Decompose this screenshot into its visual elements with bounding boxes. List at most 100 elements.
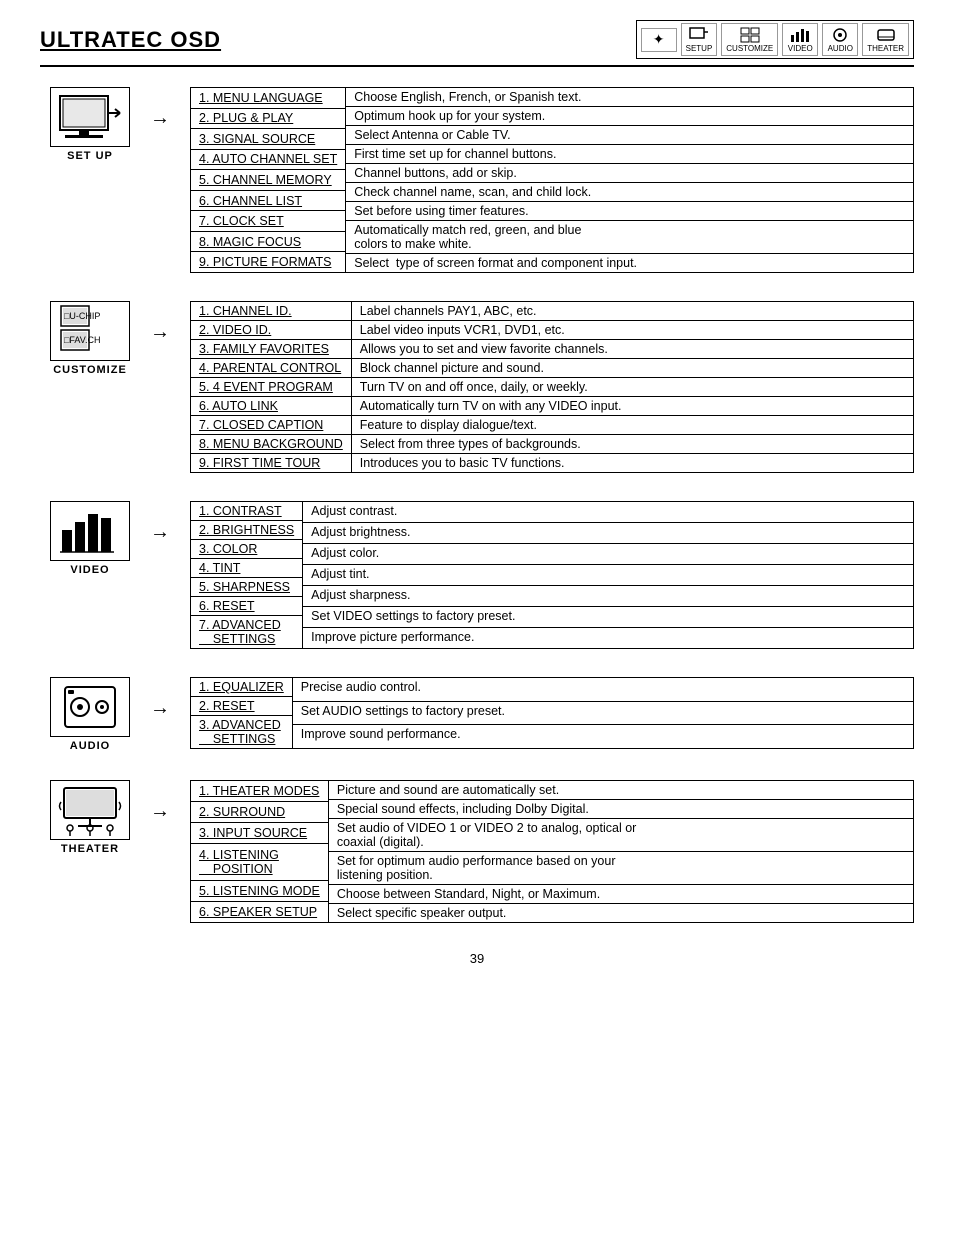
theater-icon-small bbox=[875, 26, 897, 44]
table-row: Set AUDIO settings to factory preset. bbox=[293, 701, 914, 725]
table-row: 4. PARENTAL CONTROL bbox=[191, 359, 352, 378]
table-row: Set for optimum audio performance based … bbox=[329, 852, 914, 885]
table-row: Select type of screen format and compone… bbox=[346, 254, 913, 273]
audio-label: AUDIO bbox=[70, 740, 110, 752]
table-row: 1. CHANNEL ID. bbox=[191, 302, 352, 321]
customize-arrow: → bbox=[150, 301, 190, 344]
audio-icon-box bbox=[50, 677, 130, 737]
setup-label: SET UP bbox=[67, 150, 113, 162]
table-row: 3. FAMILY FAVORITES bbox=[191, 340, 352, 359]
customize-label: CUSTOMIZE bbox=[53, 364, 127, 376]
header-icon-cursor: ✦ bbox=[641, 28, 677, 52]
setup-label-small: SETUP bbox=[686, 44, 713, 53]
table-row: 7. ADVANCED SETTINGS bbox=[191, 616, 303, 649]
video-icon-col: VIDEO bbox=[40, 501, 140, 576]
customize-label-small: CUSTOMIZE bbox=[726, 44, 773, 53]
table-row: Choose between Standard, Night, or Maxim… bbox=[329, 885, 914, 904]
page-title: ULTRATEC OSD bbox=[40, 27, 221, 53]
table-row: 1. MENU LANGUAGE bbox=[191, 88, 346, 109]
video-label: VIDEO bbox=[70, 564, 109, 576]
table-row: 6. SPEAKER SETUP bbox=[191, 901, 329, 922]
theater-icon-box bbox=[50, 780, 130, 840]
setup-section: SET UP → 1. MENU LANGUAGE 2. PLUG & PLAY… bbox=[40, 87, 914, 273]
table-row: Label channels PAY1, ABC, etc. bbox=[352, 302, 914, 321]
table-row: 3. INPUT SOURCE bbox=[191, 823, 329, 844]
table-row: Adjust tint. bbox=[303, 565, 913, 586]
table-row: Automatically match red, green, and blue… bbox=[346, 221, 913, 254]
audio-icon-col: AUDIO bbox=[40, 677, 140, 752]
video-label-small: VIDEO bbox=[788, 44, 813, 53]
table-row: Adjust sharpness. bbox=[303, 586, 913, 607]
table-row: Precise audio control. bbox=[293, 678, 914, 702]
table-row: First time set up for channel buttons. bbox=[346, 145, 913, 164]
table-row: 5. CHANNEL MEMORY bbox=[191, 170, 346, 191]
table-row: 7. CLOCK SET bbox=[191, 211, 346, 232]
setup-menu-table: 1. MENU LANGUAGE 2. PLUG & PLAY 3. SIGNA… bbox=[190, 87, 346, 273]
table-row: Allows you to set and view favorite chan… bbox=[352, 340, 914, 359]
theater-arrow: → bbox=[150, 780, 190, 823]
customize-menu-col: 1. CHANNEL ID. 2. VIDEO ID. 3. FAMILY FA… bbox=[190, 301, 914, 473]
table-row: Special sound effects, including Dolby D… bbox=[329, 800, 914, 819]
table-row: Select Antenna or Cable TV. bbox=[346, 126, 913, 145]
setup-icon-small bbox=[688, 26, 710, 44]
table-row: 3. SIGNAL SOURCE bbox=[191, 129, 346, 150]
table-row: 2. PLUG & PLAY bbox=[191, 108, 346, 129]
header-icon-customize: CUSTOMIZE bbox=[721, 23, 778, 56]
table-row: 6. CHANNEL LIST bbox=[191, 190, 346, 211]
page-header: ULTRATEC OSD ✦ SETUP CUS bbox=[40, 20, 914, 67]
table-row: Channel buttons, add or skip. bbox=[346, 164, 913, 183]
table-row: Set before using timer features. bbox=[346, 202, 913, 221]
table-row: Block channel picture and sound. bbox=[352, 359, 914, 378]
table-row: 2. RESET bbox=[191, 697, 293, 716]
table-row: Improve sound performance. bbox=[293, 725, 914, 749]
theater-icon-col: THEATER bbox=[40, 780, 140, 855]
video-icon-box bbox=[50, 501, 130, 561]
table-row: 6. RESET bbox=[191, 597, 303, 616]
table-row: 4. TINT bbox=[191, 559, 303, 578]
table-row: 5. 4 EVENT PROGRAM bbox=[191, 378, 352, 397]
table-row: 1. EQUALIZER bbox=[191, 678, 293, 697]
theater-menu-col: 1. THEATER MODES 2. SURROUND 3. INPUT SO… bbox=[190, 780, 914, 923]
table-row: 9. FIRST TIME TOUR bbox=[191, 454, 352, 473]
setup-arrow: → bbox=[150, 87, 190, 130]
video-menu-table: 1. CONTRAST 2. BRIGHTNESS 3. COLOR 4. TI… bbox=[190, 501, 303, 649]
table-row: Label video inputs VCR1, DVD1, etc. bbox=[352, 321, 914, 340]
table-row: Adjust color. bbox=[303, 544, 913, 565]
setup-icon-box bbox=[50, 87, 130, 147]
table-row: Automatically turn TV on with any VIDEO … bbox=[352, 397, 914, 416]
table-row: Set audio of VIDEO 1 or VIDEO 2 to analo… bbox=[329, 819, 914, 852]
table-row: Picture and sound are automatically set. bbox=[329, 781, 914, 800]
table-row: Feature to display dialogue/text. bbox=[352, 416, 914, 435]
customize-section: □U-CHIP □FAV.CH CUSTOMIZE → 1. CHANNEL I… bbox=[40, 301, 914, 473]
audio-section: AUDIO → 1. EQUALIZER 2. RESET 3. ADVANCE… bbox=[40, 677, 914, 752]
video-desc-table: Adjust contrast. Adjust brightness. Adju… bbox=[303, 501, 914, 649]
theater-section: THEATER → 1. THEATER MODES 2. SURROUND 3… bbox=[40, 780, 914, 923]
customize-desc-table: Label channels PAY1, ABC, etc. Label vid… bbox=[352, 301, 914, 473]
header-icon-video: VIDEO bbox=[782, 23, 818, 56]
table-row: 4. LISTENING POSITION bbox=[191, 844, 329, 881]
theater-label-small: THEATER bbox=[867, 44, 904, 53]
table-row: 5. LISTENING MODE bbox=[191, 880, 329, 901]
header-icon-audio: AUDIO bbox=[822, 23, 858, 56]
table-row: Select from three types of backgrounds. bbox=[352, 435, 914, 454]
theater-menu-table: 1. THEATER MODES 2. SURROUND 3. INPUT SO… bbox=[190, 780, 329, 923]
table-row: Set VIDEO settings to factory preset. bbox=[303, 607, 913, 628]
table-row: 5. SHARPNESS bbox=[191, 578, 303, 597]
header-icon-bar: ✦ SETUP CUSTOMIZE bbox=[636, 20, 914, 59]
table-row: 8. MAGIC FOCUS bbox=[191, 231, 346, 252]
customize-icon-graphic: □U-CHIP □FAV.CH bbox=[53, 298, 127, 363]
table-row: 2. BRIGHTNESS bbox=[191, 521, 303, 540]
table-row: 2. SURROUND bbox=[191, 802, 329, 823]
setup-desc-table: Choose English, French, or Spanish text.… bbox=[346, 87, 914, 273]
table-row: 2. VIDEO ID. bbox=[191, 321, 352, 340]
customize-menu-table: 1. CHANNEL ID. 2. VIDEO ID. 3. FAMILY FA… bbox=[190, 301, 352, 473]
customize-icon-col: □U-CHIP □FAV.CH CUSTOMIZE bbox=[40, 301, 140, 376]
table-row: Select specific speaker output. bbox=[329, 904, 914, 923]
customize-icon-small bbox=[739, 26, 761, 44]
table-row: Choose English, French, or Spanish text. bbox=[346, 88, 913, 107]
audio-desc-table: Precise audio control. Set AUDIO setting… bbox=[293, 677, 914, 749]
setup-icon-col: SET UP bbox=[40, 87, 140, 162]
table-row: 9. PICTURE FORMATS bbox=[191, 252, 346, 273]
table-row: 3. ADVANCED SETTINGS bbox=[191, 716, 293, 749]
table-row: Adjust contrast. bbox=[303, 502, 913, 523]
